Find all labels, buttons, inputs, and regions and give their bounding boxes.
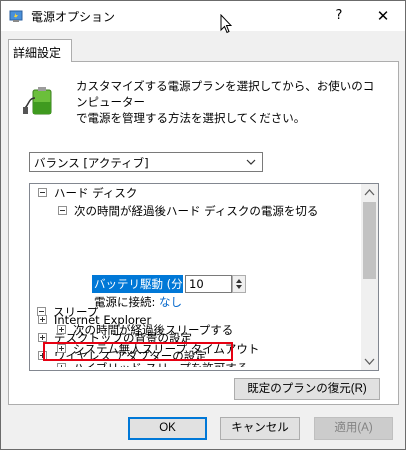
scroll-up-icon[interactable] bbox=[361, 184, 378, 201]
collapse-icon[interactable] bbox=[38, 188, 47, 197]
ok-button[interactable]: OK bbox=[128, 417, 207, 440]
power-options-icon bbox=[9, 10, 23, 22]
collapse-icon[interactable] bbox=[58, 206, 67, 215]
tree-item-label: スリープ bbox=[53, 305, 99, 319]
window-title: 電源オプション bbox=[31, 10, 116, 24]
on-battery-minutes-input[interactable]: 10 bbox=[185, 275, 232, 293]
spin-down-icon[interactable] bbox=[236, 285, 242, 290]
power-plan-dropdown[interactable]: バランス [アクティブ] bbox=[29, 152, 263, 172]
cancel-button[interactable]: キャンセル bbox=[220, 417, 300, 440]
close-button[interactable]: ✕ bbox=[361, 1, 405, 31]
title-bar: 電源オプション ? ✕ bbox=[1, 1, 405, 31]
red-highlight-annotation bbox=[43, 342, 233, 361]
tab-advanced-settings[interactable]: 詳細設定 bbox=[8, 39, 72, 62]
tree-item-label: 次の時間が経過後スリープする bbox=[73, 323, 234, 337]
mouse-cursor-icon bbox=[220, 14, 232, 34]
scroll-thumb[interactable] bbox=[363, 202, 376, 279]
expand-icon[interactable] bbox=[57, 325, 66, 334]
expand-icon[interactable] bbox=[57, 363, 66, 367]
power-options-dialog: 電源オプション ? ✕ 詳細設定 カスタマイズする電源プランを選択してから、お使… bbox=[0, 0, 406, 450]
help-button[interactable]: ? bbox=[321, 1, 357, 31]
tree-item-label: 次の時間が経過後ハード ディスクの電源を切る bbox=[74, 204, 319, 218]
apply-button[interactable]: 適用(A) bbox=[314, 417, 393, 440]
restore-defaults-button[interactable]: 既定のプランの復元(R) bbox=[234, 378, 380, 400]
tree-scrollbar[interactable] bbox=[361, 184, 378, 370]
description-text: カスタマイズする電源プランを選択してから、お使いのコンピューター で電源を管理す… bbox=[76, 78, 376, 126]
minutes-spinner[interactable] bbox=[232, 275, 246, 293]
spin-up-icon[interactable] bbox=[236, 278, 242, 283]
chevron-down-icon bbox=[246, 159, 256, 165]
battery-plug-icon bbox=[23, 87, 52, 115]
tree-item-label: ハード ディスク bbox=[54, 186, 138, 200]
scroll-down-icon[interactable] bbox=[361, 353, 378, 370]
description-line-2: で電源を管理する方法を選択してください。 bbox=[76, 111, 306, 125]
on-battery-label: バッテリ駆動 (分): bbox=[92, 275, 192, 293]
collapse-icon[interactable] bbox=[37, 307, 46, 316]
description-line-1: カスタマイズする電源プランを選択してから、お使いのコンピューター bbox=[76, 79, 375, 109]
power-plan-value: バランス [アクティブ] bbox=[34, 156, 149, 170]
